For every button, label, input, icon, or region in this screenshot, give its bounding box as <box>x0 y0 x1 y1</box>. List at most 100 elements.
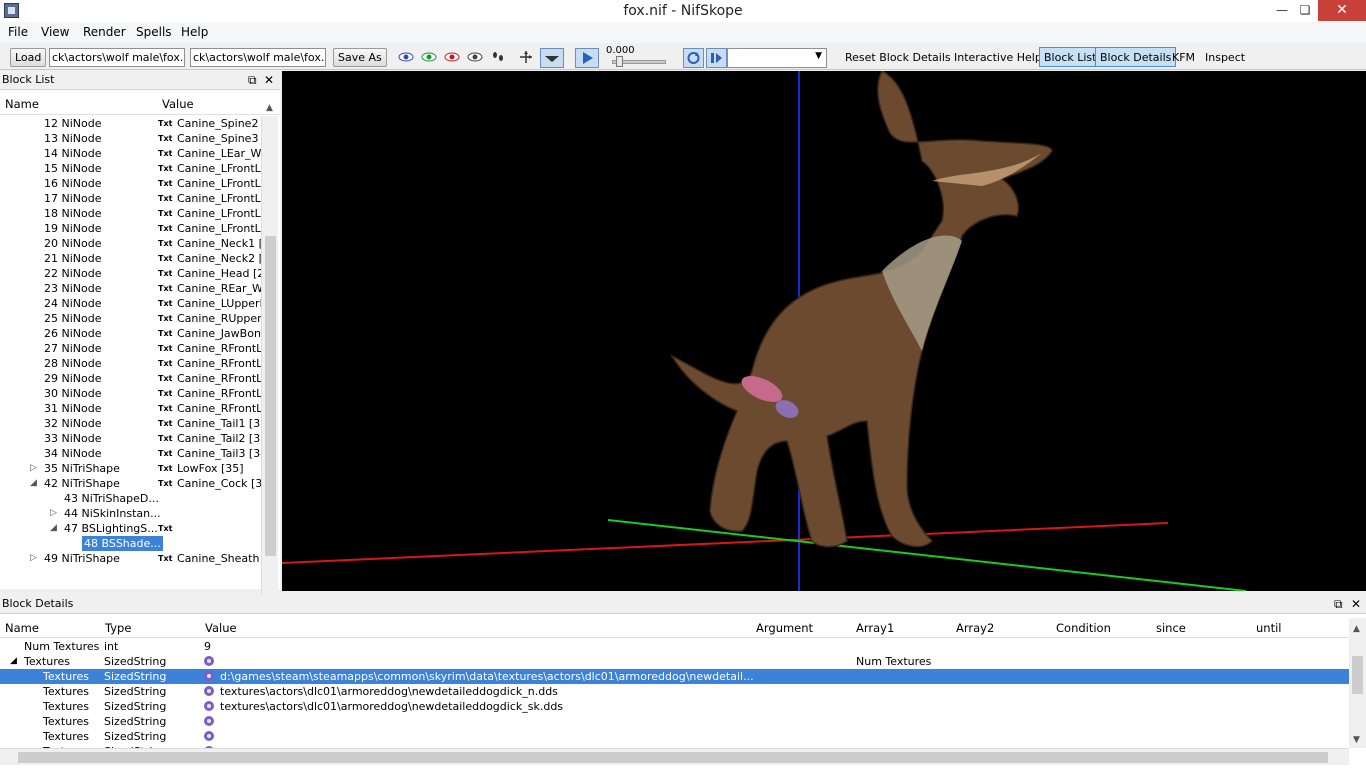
menu-file[interactable]: File <box>8 25 28 39</box>
close-icon[interactable]: ✕ <box>264 71 274 89</box>
column-condition[interactable]: Condition <box>1056 621 1111 635</box>
animation-slider-handle[interactable] <box>616 56 623 67</box>
menu-render[interactable]: Render <box>83 25 126 39</box>
column-name[interactable]: Name <box>5 97 39 111</box>
block-tree-row[interactable]: 15 NiNode Txt Canine_LFrontL <box>0 161 261 176</box>
undock-icon[interactable]: ⧉ <box>1334 595 1343 613</box>
details-row[interactable]: Textures SizedString textures\actors\dlc01… <box>0 699 1349 714</box>
block-tree-row[interactable]: 33 NiNode Txt Canine_Tail2 [33 <box>0 431 261 446</box>
eye-blue-icon[interactable] <box>398 50 414 64</box>
details-vertical-scrollbar[interactable]: ▲ ▼ <box>1349 618 1366 748</box>
block-tree-row[interactable]: 30 NiNode Txt Canine_RFrontL <box>0 386 261 401</box>
block-tree-row[interactable]: ◢ 47 BSLightingS... Txt <box>0 521 261 536</box>
block-tree-row[interactable]: 34 NiNode Txt Canine_Tail3 [34 <box>0 446 261 461</box>
field-value[interactable]: 9 <box>204 639 211 654</box>
scrollbar-thumb[interactable] <box>1352 656 1363 694</box>
undock-icon[interactable]: ⧉ <box>248 71 257 89</box>
collapse-arrow-icon[interactable]: ◢ <box>10 654 17 669</box>
block-tree-row[interactable]: 16 NiNode Txt Canine_LFrontL <box>0 176 261 191</box>
block-tree-row[interactable]: 20 NiNode Txt Canine_Neck1 [ <box>0 236 261 251</box>
load-path-input[interactable]: ck\actors\wolf male\fox.nif <box>49 48 185 67</box>
view-mode-button[interactable] <box>540 48 564 68</box>
field-value[interactable]: d:\games\steam\steamapps\common\skyrim\d… <box>220 669 754 684</box>
expand-arrow-icon[interactable]: ▷ <box>30 551 37 566</box>
block-list-vertical-scrollbar[interactable]: ▲ ▼ <box>261 103 278 640</box>
reset-block-details-link[interactable]: Reset Block Details <box>845 51 951 64</box>
load-button[interactable]: Load <box>10 48 47 67</box>
block-tree-row[interactable]: 14 NiNode Txt Canine_LEar_Wo <box>0 146 261 161</box>
string-edit-icon[interactable] <box>203 730 215 742</box>
scene-render[interactable] <box>282 71 1366 591</box>
block-tree-row[interactable]: 22 NiNode Txt Canine_Head [2 <box>0 266 261 281</box>
string-edit-icon[interactable] <box>203 685 215 697</box>
block-tree-row[interactable]: 19 NiNode Txt Canine_LFrontL <box>0 221 261 236</box>
scrollbar-thumb[interactable] <box>18 752 1328 763</box>
block-details-toggle[interactable]: Block Details <box>1095 47 1177 67</box>
block-tree-row[interactable]: 13 NiNode Txt Canine_Spine3 [ <box>0 131 261 146</box>
string-edit-icon[interactable] <box>203 655 215 667</box>
save-path-input[interactable]: ck\actors\wolf male\fox.nif <box>190 48 326 67</box>
close-button[interactable]: ✕ <box>1318 0 1366 21</box>
eye-green-icon[interactable] <box>421 50 437 64</box>
block-tree-row[interactable]: 26 NiNode Txt Canine_JawBon <box>0 326 261 341</box>
block-tree-row[interactable]: 43 NiTriShapeD... <box>0 491 261 506</box>
column-array1[interactable]: Array1 <box>856 621 894 635</box>
footprints-icon[interactable] <box>490 50 506 64</box>
block-tree-row[interactable]: 29 NiNode Txt Canine_RFrontL <box>0 371 261 386</box>
save-as-button[interactable]: Save As <box>333 48 387 67</box>
collapse-arrow-icon[interactable]: ◢ <box>50 521 57 536</box>
column-until[interactable]: until <box>1256 621 1281 635</box>
kfm-link[interactable]: KFM <box>1172 51 1195 64</box>
block-tree-row[interactable]: 23 NiNode Txt Canine_REar_W <box>0 281 261 296</box>
block-tree-row[interactable]: 24 NiNode Txt Canine_LUpperl <box>0 296 261 311</box>
interactive-help-link[interactable]: Interactive Help <box>954 51 1042 64</box>
column-value[interactable]: Value <box>162 97 194 111</box>
fox-model[interactable] <box>670 71 1053 548</box>
details-horizontal-scrollbar[interactable] <box>0 748 1349 765</box>
block-tree-row[interactable]: 12 NiNode Txt Canine_Spine2 [ <box>0 116 261 131</box>
expand-arrow-icon[interactable]: ▷ <box>30 461 37 476</box>
details-row[interactable]: Textures SizedString textures\actors\dlc01… <box>0 684 1349 699</box>
column-type[interactable]: Type <box>105 621 131 635</box>
details-row[interactable]: Num Textures int 9 <box>0 639 1349 654</box>
block-tree-row[interactable]: ▷ 35 NiTriShape Txt LowFox [35] <box>0 461 261 476</box>
play-button[interactable] <box>575 48 599 68</box>
string-edit-icon[interactable] <box>203 715 215 727</box>
eye-red-icon[interactable] <box>444 50 460 64</box>
block-tree-row[interactable]: 31 NiNode Txt Canine_RFrontL <box>0 401 261 416</box>
string-edit-icon[interactable] <box>203 670 215 682</box>
menu-help[interactable]: Help <box>181 25 208 39</box>
block-tree-row[interactable]: ◢ 42 NiTriShape Txt Canine_Cock [3 <box>0 476 261 491</box>
close-icon[interactable]: ✕ <box>1351 595 1361 613</box>
column-value[interactable]: Value <box>205 621 237 635</box>
column-name[interactable]: Name <box>5 621 39 635</box>
block-tree-row[interactable]: 28 NiNode Txt Canine_RFrontL <box>0 356 261 371</box>
details-row[interactable]: Textures SizedString <box>0 729 1349 744</box>
move-axis-icon[interactable] <box>518 50 534 64</box>
collapse-arrow-icon[interactable]: ◢ <box>30 476 37 491</box>
menu-spells[interactable]: Spells <box>136 25 172 39</box>
string-edit-icon[interactable] <box>203 700 215 712</box>
field-value[interactable]: textures\actors\dlc01\armoreddog\newdeta… <box>220 699 563 714</box>
block-tree-row[interactable]: 32 NiNode Txt Canine_Tail1 [32 <box>0 416 261 431</box>
details-row[interactable]: Textures SizedString d:\games\steam\steama… <box>0 669 1349 684</box>
expand-arrow-icon[interactable]: ▷ <box>50 506 57 521</box>
column-since[interactable]: since <box>1156 621 1186 635</box>
block-tree-row[interactable]: 27 NiNode Txt Canine_RFrontL <box>0 341 261 356</box>
block-tree-row[interactable]: 48 BSShade... <box>0 536 261 551</box>
details-row[interactable]: ◢ Textures SizedString Num Textures <box>0 654 1349 669</box>
column-argument[interactable]: Argument <box>756 621 813 635</box>
block-tree-row[interactable]: 25 NiNode Txt Canine_RUpperl <box>0 311 261 326</box>
block-tree-row[interactable]: ▷ 49 NiTriShape Txt Canine_Sheath [ <box>0 551 261 566</box>
render-viewport[interactable] <box>282 71 1366 591</box>
block-tree-row[interactable]: ▷ 44 NiSkinInstan... <box>0 506 261 521</box>
inspect-link[interactable]: Inspect <box>1205 51 1245 64</box>
scrollbar-thumb[interactable] <box>265 236 276 556</box>
block-tree-row[interactable]: 21 NiNode Txt Canine_Neck2 [ <box>0 251 261 266</box>
block-list-toggle[interactable]: Block List <box>1039 47 1102 67</box>
maximize-button[interactable]: ❏ <box>1290 0 1320 21</box>
animation-sequence-select[interactable]: ▼ <box>727 48 827 68</box>
switch-button[interactable] <box>706 48 727 68</box>
column-array2[interactable]: Array2 <box>956 621 994 635</box>
eye-gray-icon[interactable] <box>467 50 483 64</box>
